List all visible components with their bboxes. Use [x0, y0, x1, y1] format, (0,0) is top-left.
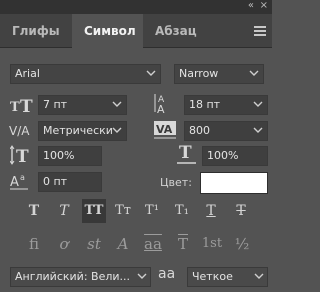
- close-icon[interactable]: ×: [260, 0, 268, 12]
- tab-bar: Глифы Символ Абзац: [0, 14, 272, 49]
- faux-bold-button[interactable]: T: [22, 199, 46, 223]
- antialias-icon: aa: [158, 266, 176, 282]
- chevron-down-icon: [253, 99, 263, 109]
- font-style-value: Narrow: [179, 67, 219, 80]
- all-caps-button[interactable]: TT: [82, 199, 106, 223]
- kerning-icon: V/A: [9, 121, 37, 141]
- svg-text:a: a: [20, 173, 25, 182]
- baseline-shift-icon: A a: [10, 171, 36, 191]
- discretionary-ligatures-button[interactable]: ơ: [51, 232, 77, 256]
- font-size-combo[interactable]: 7 пт: [38, 95, 127, 115]
- faux-italic-button[interactable]: T: [52, 199, 76, 223]
- underline-button[interactable]: T: [199, 199, 223, 223]
- baseline-shift-input[interactable]: 0 пт: [38, 172, 102, 192]
- svg-text:T: T: [20, 97, 33, 114]
- svg-text:T: T: [10, 100, 20, 114]
- chevron-down-icon: [146, 68, 156, 78]
- small-caps-button[interactable]: Tт: [111, 199, 135, 223]
- svg-text:T: T: [16, 147, 29, 165]
- chevron-down-icon: [254, 271, 264, 281]
- swash-button[interactable]: st: [81, 232, 107, 256]
- horizontal-scale-input[interactable]: 100%: [202, 146, 268, 166]
- superscript-button[interactable]: T¹: [140, 199, 164, 223]
- chevron-down-icon: [249, 68, 259, 78]
- font-family-value: Arial: [15, 67, 40, 80]
- subscript-button[interactable]: T₁: [170, 199, 194, 223]
- stylistic-alternates-button[interactable]: A: [110, 232, 136, 256]
- tab-glyphs[interactable]: Глифы: [0, 14, 72, 48]
- svg-text:V/A: V/A: [9, 124, 30, 138]
- leading-combo[interactable]: 18 пт: [184, 95, 268, 115]
- language-select[interactable]: Английский: Вели...: [10, 267, 151, 287]
- panel-titlebar: « ×: [0, 0, 272, 14]
- chevron-down-icon: [253, 125, 263, 135]
- fractions-button[interactable]: ½: [229, 232, 255, 256]
- antialias-value: Четкое: [192, 270, 233, 283]
- svg-text:T: T: [179, 143, 192, 163]
- font-family-select[interactable]: Arial: [10, 64, 161, 84]
- ordinal-numbers-button[interactable]: 1st: [199, 232, 225, 256]
- kerning-value: Метрически: [43, 124, 113, 137]
- svg-text:VA: VA: [156, 123, 173, 136]
- chevron-down-icon: [112, 99, 122, 109]
- tracking-combo[interactable]: 800: [184, 121, 268, 141]
- svg-text:A: A: [10, 175, 19, 190]
- titling-alternates-button[interactable]: aa: [140, 232, 166, 256]
- chevron-down-icon: [112, 125, 122, 135]
- baseline-shift-value: 0 пт: [43, 175, 68, 188]
- tab-paragraph[interactable]: Абзац: [143, 14, 203, 48]
- vertical-scale-icon: T: [10, 145, 36, 165]
- font-style-select[interactable]: Narrow: [174, 64, 264, 84]
- tab-character[interactable]: Символ: [72, 14, 143, 49]
- antialias-select[interactable]: Четкое: [187, 267, 268, 287]
- color-swatch[interactable]: [200, 172, 268, 194]
- tracking-value: 800: [189, 124, 210, 137]
- chevron-down-icon: [137, 271, 147, 281]
- font-size-value: 7 пт: [43, 98, 68, 111]
- font-size-icon: T T: [10, 94, 34, 114]
- panel-menu-icon[interactable]: [254, 26, 266, 36]
- horizontal-scale-icon: T: [176, 143, 198, 165]
- color-label: Цвет:: [160, 176, 192, 189]
- leading-value: 18 пт: [189, 98, 221, 111]
- tracking-icon: VA: [153, 120, 179, 140]
- leading-icon: A A: [154, 92, 178, 114]
- ordinals-button[interactable]: T: [170, 232, 196, 256]
- strikethrough-button[interactable]: T: [229, 199, 253, 223]
- collapse-icon[interactable]: «: [248, 0, 254, 12]
- vertical-scale-input[interactable]: 100%: [38, 146, 102, 166]
- horizontal-scale-value: 100%: [207, 149, 239, 162]
- svg-text:A: A: [157, 103, 165, 114]
- vertical-scale-value: 100%: [43, 149, 75, 162]
- ligatures-button[interactable]: fi: [21, 232, 47, 256]
- kerning-combo[interactable]: Метрически: [38, 121, 127, 141]
- language-value: Английский: Вели...: [15, 270, 131, 283]
